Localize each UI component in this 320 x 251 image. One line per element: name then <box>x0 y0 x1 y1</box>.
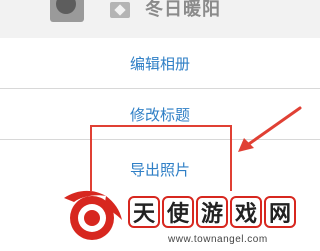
avatar[interactable] <box>50 0 84 22</box>
pointer-arrow-icon <box>238 106 302 152</box>
highlight-box <box>90 125 232 191</box>
album-header: 冬日暖阳 <box>0 0 320 38</box>
brand-char: 游 <box>196 196 228 228</box>
brand-wordmark: 天 使 游 戏 网 <box>128 196 296 228</box>
brand-url: www.townangel.com <box>168 234 268 245</box>
username-label: 冬日暖阳 <box>145 0 221 20</box>
brand-logo-icon <box>64 190 122 240</box>
avatar-image <box>56 0 76 14</box>
brand-char: 网 <box>264 196 296 228</box>
brand-char: 戏 <box>230 196 262 228</box>
brand-char: 天 <box>128 196 160 228</box>
brand-char: 使 <box>162 196 194 228</box>
edit-album-button[interactable]: 编辑相册 <box>0 38 320 89</box>
vip-badge-icon <box>110 2 130 18</box>
